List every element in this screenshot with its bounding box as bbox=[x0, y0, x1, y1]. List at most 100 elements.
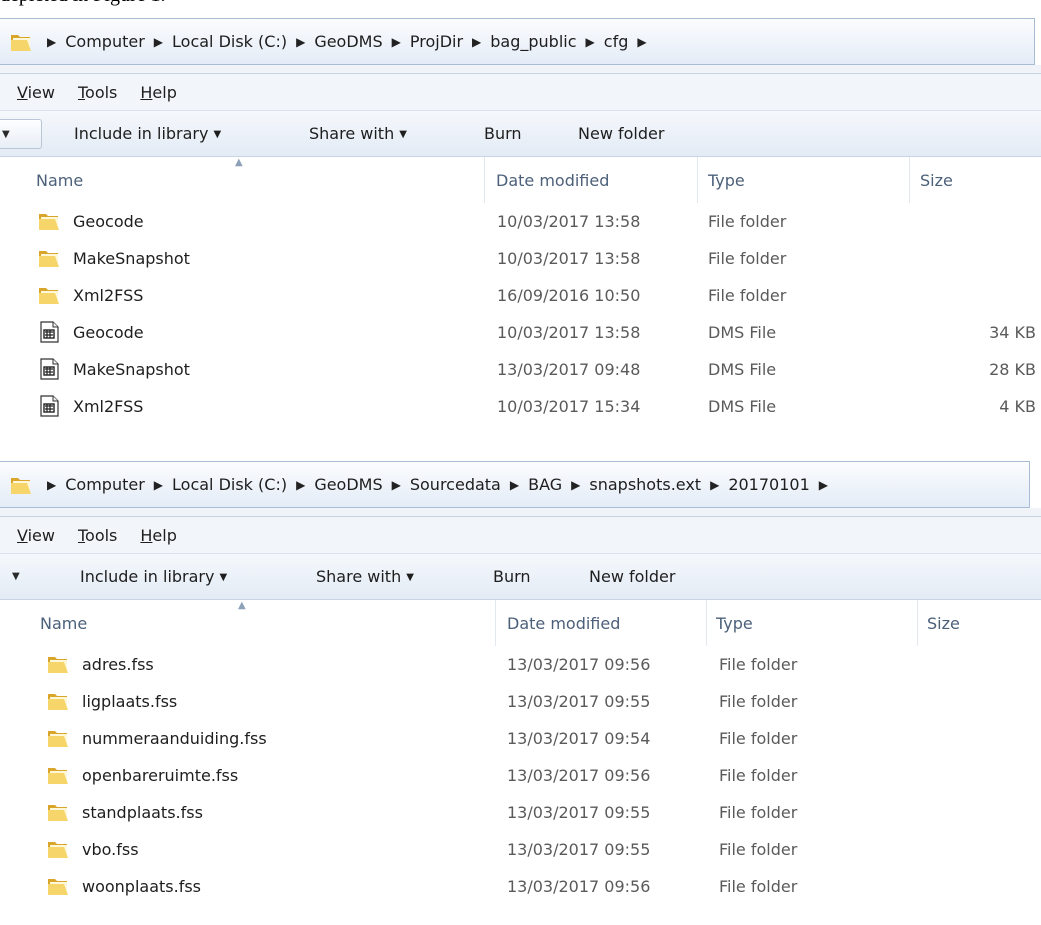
explorer-window-cfg: ▶ Computer ▶ Local Disk (C:) ▶ GeoDMS ▶ ProjDir… bbox=[0, 18, 1041, 425]
menu-tools[interactable]: Tools bbox=[78, 526, 117, 545]
folder-icon bbox=[47, 690, 69, 712]
chevron-down-icon: ▼ bbox=[406, 572, 414, 583]
file-type: File folder bbox=[719, 655, 798, 674]
file-name: Geocode bbox=[73, 323, 144, 342]
file-list: adres.fss 13/03/2017 09:56 File folder ligp… bbox=[0, 646, 1041, 905]
menu-help[interactable]: Help bbox=[140, 526, 176, 545]
address-bar[interactable]: ▶ Computer ▶ Local Disk (C:) ▶ GeoDMS ▶ Sourced… bbox=[0, 461, 1030, 508]
breadcrumb-item[interactable]: GeoDMS bbox=[314, 475, 382, 494]
breadcrumb-item[interactable]: ProjDir bbox=[410, 32, 463, 51]
breadcrumb-item[interactable]: BAG bbox=[528, 475, 562, 494]
organize-dropdown[interactable]: ▼ bbox=[0, 119, 42, 149]
chevron-down-icon: ▼ bbox=[399, 129, 407, 140]
file-row[interactable]: MakeSnapshot 13/03/2017 09:48 DMS File 28 K… bbox=[0, 351, 1041, 388]
column-header-date[interactable]: Date modified bbox=[499, 600, 707, 646]
file-row[interactable]: ligplaats.fss 13/03/2017 09:55 File folder bbox=[0, 683, 1041, 720]
chevron-right-icon[interactable]: ▶ bbox=[637, 35, 646, 49]
include-in-library-button[interactable]: Include in library ▼ bbox=[80, 567, 227, 586]
file-type: File folder bbox=[708, 249, 787, 268]
menu-view[interactable]: View bbox=[17, 526, 55, 545]
breadcrumb-item[interactable]: cfg bbox=[604, 32, 629, 51]
file-date-modified: 10/03/2017 13:58 bbox=[497, 249, 641, 268]
chevron-right-icon: ▶ bbox=[296, 34, 306, 49]
column-header-name[interactable]: Name bbox=[32, 600, 496, 646]
column-header-size[interactable]: Size bbox=[912, 157, 1041, 203]
folder-icon bbox=[11, 34, 31, 51]
folder-icon bbox=[48, 731, 68, 747]
command-toolbar: ▼ Include in library ▼ Share with ▼ Burn N… bbox=[0, 111, 1041, 157]
chevron-right-icon: ▶ bbox=[710, 477, 720, 492]
folder-icon bbox=[11, 477, 31, 494]
file-type: File folder bbox=[719, 803, 798, 822]
file-row[interactable]: vbo.fss 13/03/2017 09:55 File folder bbox=[0, 831, 1041, 868]
file-row[interactable]: woonplaats.fss 13/03/2017 09:56 File folde… bbox=[0, 868, 1041, 905]
file-type: DMS File bbox=[708, 360, 777, 379]
file-name: vbo.fss bbox=[82, 840, 139, 859]
chevron-right-icon[interactable]: ▶ bbox=[819, 478, 828, 492]
burn-button[interactable]: Burn bbox=[493, 567, 531, 586]
share-with-button[interactable]: Share with ▼ bbox=[316, 567, 414, 586]
file-row[interactable]: Geocode 10/03/2017 13:58 File folder bbox=[0, 203, 1041, 240]
folder-icon bbox=[38, 284, 60, 306]
file-row[interactable]: openbareruimte.fss 13/03/2017 09:56 File f… bbox=[0, 757, 1041, 794]
chevron-right-icon: ▶ bbox=[47, 34, 57, 49]
chevron-right-icon: ▶ bbox=[585, 34, 595, 49]
menu-view[interactable]: View bbox=[17, 83, 55, 102]
column-header-size[interactable]: Size bbox=[919, 600, 1041, 646]
file-row[interactable]: Xml2FSS 16/09/2016 10:50 File folder bbox=[0, 277, 1041, 314]
file-row[interactable]: Xml2FSS 10/03/2017 15:34 DMS File 4 KB bbox=[0, 388, 1041, 425]
file-list: Geocode 10/03/2017 13:58 File folder MakeSn… bbox=[0, 203, 1041, 425]
chevron-down-icon: ▼ bbox=[213, 129, 222, 140]
new-folder-button[interactable]: New folder bbox=[578, 124, 664, 143]
menu-tools[interactable]: Tools bbox=[78, 83, 117, 102]
menu-bar: View Tools Help bbox=[0, 516, 1041, 554]
breadcrumb-item[interactable]: Computer bbox=[65, 475, 145, 494]
file-row[interactable]: adres.fss 13/03/2017 09:56 File folder bbox=[0, 646, 1041, 683]
breadcrumb-item[interactable]: Computer bbox=[65, 32, 145, 51]
dms-file-icon bbox=[38, 321, 60, 343]
breadcrumb-item[interactable]: 20170101 bbox=[728, 475, 809, 494]
column-headers: ▲ Name Date modified Type Size bbox=[0, 157, 1041, 203]
breadcrumb-item[interactable]: Sourcedata bbox=[410, 475, 501, 494]
file-date-modified: 10/03/2017 13:58 bbox=[497, 212, 641, 231]
new-folder-button[interactable]: New folder bbox=[589, 567, 675, 586]
file-size: 28 KB bbox=[989, 360, 1036, 379]
document-caption-text: depicted in Figure 1. bbox=[0, 0, 166, 8]
folder-icon bbox=[48, 842, 68, 858]
chevron-down-icon[interactable]: ▼ bbox=[12, 571, 20, 582]
breadcrumb-item[interactable]: Local Disk (C:) bbox=[172, 475, 287, 494]
chevron-right-icon: ▶ bbox=[153, 34, 164, 49]
file-name: nummeraanduiding.fss bbox=[82, 729, 267, 748]
chevron-right-icon: ▶ bbox=[509, 477, 520, 492]
burn-button[interactable]: Burn bbox=[484, 124, 522, 143]
file-date-modified: 13/03/2017 09:55 bbox=[507, 803, 651, 822]
file-row[interactable]: standplaats.fss 13/03/2017 09:55 File fold… bbox=[0, 794, 1041, 831]
folder-icon bbox=[47, 653, 69, 675]
file-row[interactable]: MakeSnapshot 10/03/2017 13:58 File folder bbox=[0, 240, 1041, 277]
file-date-modified: 13/03/2017 09:55 bbox=[507, 692, 651, 711]
chevron-down-icon: ▼ bbox=[219, 572, 228, 583]
file-row[interactable]: Geocode 10/03/2017 13:58 DMS File 34 KB bbox=[0, 314, 1041, 351]
file-size: 4 KB bbox=[999, 397, 1036, 416]
breadcrumb-item[interactable]: Local Disk (C:) bbox=[172, 32, 287, 51]
menu-help[interactable]: Help bbox=[140, 83, 176, 102]
chevron-right-icon: ▶ bbox=[296, 477, 306, 492]
include-in-library-button[interactable]: Include in library ▼ bbox=[74, 124, 221, 143]
folder-icon bbox=[48, 768, 68, 784]
file-name: Geocode bbox=[73, 212, 144, 231]
column-header-type[interactable]: Type bbox=[700, 157, 910, 203]
breadcrumb-item[interactable]: snapshots.ext bbox=[589, 475, 701, 494]
file-date-modified: 10/03/2017 13:58 bbox=[497, 323, 641, 342]
file-row[interactable]: nummeraanduiding.fss 13/03/2017 09:54 File… bbox=[0, 720, 1041, 757]
file-name: MakeSnapshot bbox=[73, 360, 190, 379]
column-header-type[interactable]: Type bbox=[708, 600, 918, 646]
dms-file-icon bbox=[40, 395, 59, 417]
column-header-date[interactable]: Date modified bbox=[488, 157, 698, 203]
folder-icon bbox=[10, 31, 32, 53]
share-with-button[interactable]: Share with ▼ bbox=[309, 124, 407, 143]
breadcrumb-item[interactable]: bag_public bbox=[490, 32, 576, 51]
address-bar[interactable]: ▶ Computer ▶ Local Disk (C:) ▶ GeoDMS ▶ ProjDir… bbox=[0, 18, 1035, 65]
column-headers: ▲ Name Date modified Type Size bbox=[0, 600, 1041, 646]
breadcrumb-item[interactable]: GeoDMS bbox=[314, 32, 382, 51]
column-header-name[interactable]: Name bbox=[28, 157, 485, 203]
